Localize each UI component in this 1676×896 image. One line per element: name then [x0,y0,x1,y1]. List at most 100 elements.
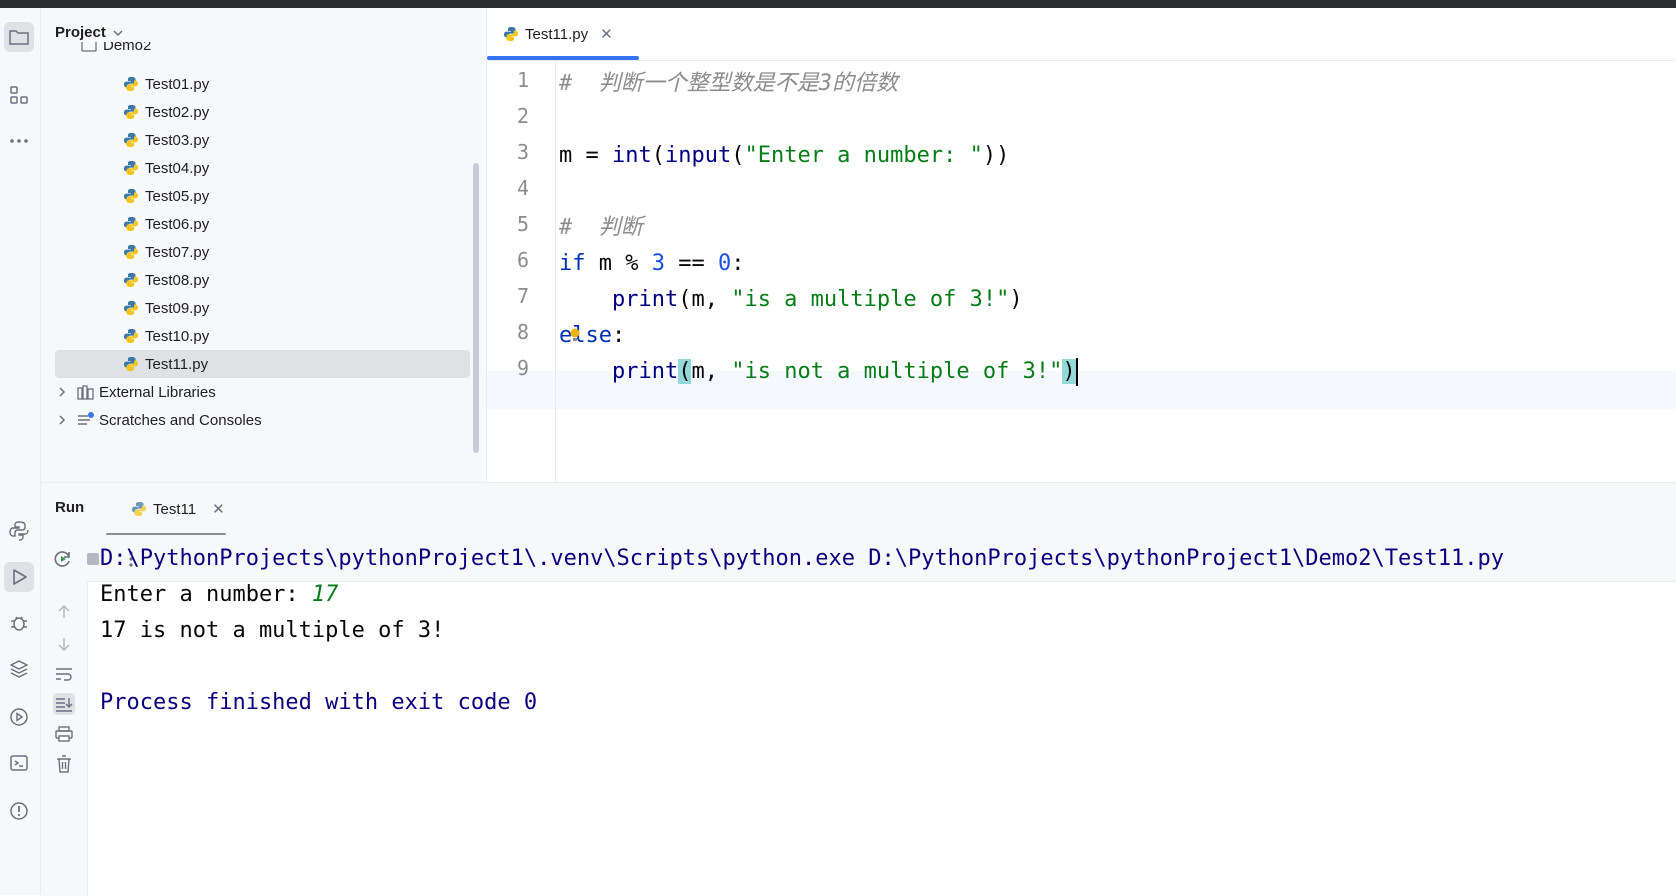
python-file-icon [124,217,138,231]
code-keyword: else [559,323,612,348]
code-number: 0 [717,251,732,276]
close-icon[interactable]: ✕ [600,25,613,43]
arrow-up-icon[interactable] [53,601,75,623]
code-keyword: if [559,251,586,276]
scroll-to-end-icon[interactable] [53,693,75,715]
line-number: 4 [516,176,529,200]
layers-icon[interactable] [4,654,34,684]
structure-icon[interactable] [4,80,34,110]
arrow-down-icon[interactable] [53,633,75,655]
scratches-label: Scratches and Consoles [99,411,262,429]
text-caret [1075,358,1078,386]
editor-tab-bar: Test11.py ✕ [487,8,1676,61]
tree-folder-label: Demo2 [103,42,152,54]
tree-external-libraries[interactable]: External Libraries [55,378,470,406]
tree-file-item[interactable]: Test07.py [55,238,470,266]
tree-file-item[interactable]: Test01.py [55,70,470,98]
code-builtin: int [611,143,652,168]
tree-file-item[interactable]: Test05.py [55,182,470,210]
project-title: Project [55,24,106,41]
code-token: : [611,323,626,348]
brace-match-open: ( [678,359,692,384]
services-icon[interactable] [4,702,34,732]
folder-icon [81,42,97,52]
project-folder-icon[interactable] [4,22,34,52]
trash-icon[interactable] [53,753,75,775]
debug-icon[interactable] [4,608,34,638]
chevron-down-icon [113,29,123,36]
code-line-9[interactable]: print(m, "is not a multiple of 3!") [559,354,1078,390]
project-scrollbar[interactable] [473,163,479,453]
run-panel: Run Test11 ✕ D:\PythonProjects\pythonPro… [41,482,1676,896]
code-token: m % [585,251,652,276]
tree-file-item[interactable]: Test10.py [55,322,470,350]
code-line-1[interactable]: # 判断一个整型数是不是3的倍数 [559,66,898,102]
line-number: 9 [516,356,529,380]
console-prompt: Enter a number: [100,582,312,607]
tree-file-label: Test01.py [145,75,210,93]
run-panel-header: Run Test11 ✕ [41,483,1676,536]
line-number: 1 [516,68,529,92]
run-tab-test11[interactable]: Test11 ✕ [121,483,225,535]
tree-file-item[interactable]: Test11.py [55,350,470,378]
scratches-icon [78,412,94,425]
tree-file-item[interactable]: Test08.py [55,266,470,294]
code-token: m = [559,143,612,168]
tree-file-label: Test07.py [145,243,210,261]
tree-file-item[interactable]: Test09.py [55,294,470,322]
code-string: "is not a multiple of 3!" [731,359,1063,384]
line-number: 2 [516,104,529,128]
tree-folder-demo2[interactable]: Demo2 [81,42,486,62]
tree-file-item[interactable]: Test06.py [55,210,470,238]
python-file-icon [124,77,138,91]
project-panel-header[interactable]: Project [55,24,124,41]
code-line-7[interactable]: print(m, "is a multiple of 3!") [559,282,1023,318]
soft-wrap-icon[interactable] [53,663,75,685]
tree-file-label: Test05.py [145,187,210,205]
terminal-icon[interactable] [4,748,34,778]
rerun-icon[interactable] [53,549,73,569]
run-icon[interactable] [4,562,34,592]
python-file-icon [504,27,518,41]
code-token: ) [1009,287,1023,312]
code-token: )) [982,143,1010,168]
brace-match-close: ) [1062,359,1076,384]
code-string: "is a multiple of 3!" [731,287,1010,312]
print-icon[interactable] [53,723,75,745]
line-number: 3 [516,140,529,164]
python-file-icon [124,161,138,175]
code-line-6[interactable]: if m % 3 == 0: [559,246,744,282]
chevron-right-icon [55,386,69,398]
tab-test11[interactable]: Test11.py ✕ [487,8,637,60]
code-token: m, [691,359,732,384]
console-output-line: 17 is not a multiple of 3! [100,618,445,643]
project-panel: Project Demo2 Test01.py Test02.py Test03.p… [41,8,487,482]
code-string: "Enter a number: " [744,143,983,168]
code-comment: # 判断一个整型数是不是3的倍数 [559,71,898,96]
python-file-icon [124,105,138,119]
console-side-toolbar [41,581,88,896]
console-command-line: D:\PythonProjects\pythonProject1\.venv\S… [100,546,1504,571]
tree-file-label: Test09.py [145,299,210,317]
tree-file-item[interactable]: Test03.py [55,126,470,154]
code-line-5[interactable]: # 判断 [559,210,643,246]
code-line-3[interactable]: m = int(input("Enter a number: ")) [559,138,1009,174]
more-tools-icon[interactable] [4,126,34,156]
python-console-icon[interactable] [4,516,34,546]
line-number: 6 [516,248,529,272]
line-number: 7 [516,284,529,308]
tree-file-item[interactable]: Test04.py [55,154,470,182]
intention-bulb-icon[interactable] [569,328,581,341]
code-token: ( [731,143,745,168]
python-file-icon [124,245,138,259]
problems-icon[interactable] [4,796,34,826]
tree-scratches[interactable]: Scratches and Consoles [55,406,470,434]
python-file-icon [124,301,138,315]
run-tab-label: Test11 [153,500,197,518]
code-builtin: input [664,143,732,168]
code-builtin: print [611,359,679,384]
external-libraries-label: External Libraries [99,383,216,401]
close-icon[interactable]: ✕ [212,500,225,518]
tree-file-item[interactable]: Test02.py [55,98,470,126]
